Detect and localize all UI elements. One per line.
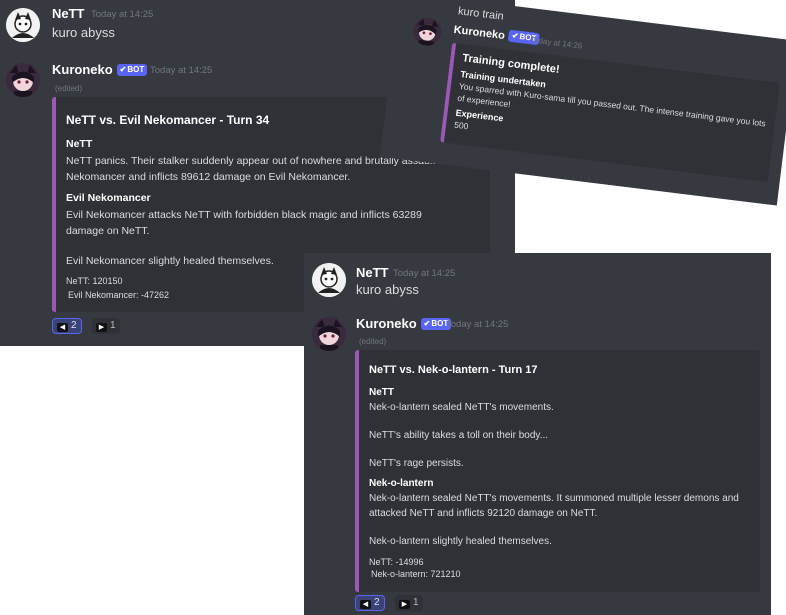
- reaction-count: 2: [71, 320, 77, 331]
- reaction-count: 1: [413, 597, 419, 608]
- reaction-count: 2: [374, 597, 380, 608]
- username-nett[interactable]: NeTT: [356, 265, 389, 280]
- timestamp: Today at 14:25: [393, 268, 456, 279]
- username-kuroneko-label: Kuroneko: [356, 316, 417, 331]
- kuroneko-avatar[interactable]: [6, 63, 40, 97]
- username-kuroneko-label: Kuroneko: [52, 62, 113, 77]
- nett-avatar[interactable]: [312, 263, 346, 297]
- username-kuroneko[interactable]: Kuroneko ✔BOT: [453, 23, 540, 46]
- check-icon: ✔: [511, 30, 520, 41]
- username-kuroneko[interactable]: Kuroneko ✔BOT: [356, 316, 452, 331]
- embed-field-value: Nek-o-lantern slightly healed themselves…: [369, 536, 552, 547]
- hp-opponent: Evil Nekomancer: -47262: [68, 290, 170, 300]
- username-kuroneko-label: Kuroneko: [453, 23, 506, 43]
- embed-field-value: Evil Nekomancer slightly healed themselv…: [66, 255, 274, 267]
- embed-field-value: Evil Nekomancer attacks NeTT with forbid…: [66, 209, 422, 221]
- edited-label: (edited): [55, 84, 83, 93]
- username-kuroneko[interactable]: Kuroneko ✔BOT: [52, 62, 148, 77]
- reaction-right[interactable]: ▶ 1: [92, 318, 120, 334]
- reaction-count: 1: [110, 320, 116, 331]
- left-arrow-emoji-icon: ◀: [57, 323, 68, 332]
- embed-field-value: Nek-o-lantern sealed NeTT's movements.: [369, 402, 554, 413]
- embed-field-value: 500: [453, 119, 469, 132]
- embed-field-value: NeTT's rage persists.: [369, 458, 464, 469]
- embed-field-name: Nek-o-lantern: [369, 478, 434, 489]
- hp-opponent: Nek-o-lantern: 721210: [371, 569, 461, 579]
- nett-avatar[interactable]: [6, 8, 40, 42]
- check-icon: ✔: [119, 65, 127, 74]
- reaction-right[interactable]: ▶ 1: [395, 595, 423, 611]
- edited-label: (edited): [359, 337, 387, 346]
- message-text: kuro abyss: [356, 282, 419, 297]
- embed-field-value: Nekomancer and inflicts 89612 damage on …: [66, 171, 351, 183]
- embed-field-value: NeTT's ability takes a toll on their bod…: [369, 430, 549, 441]
- reaction-left[interactable]: ◀ 2: [52, 318, 82, 334]
- right-arrow-emoji-icon: ▶: [399, 600, 410, 609]
- hp-nett: NeTT: 120150: [66, 276, 123, 286]
- bot-badge-label: BOT: [127, 65, 145, 74]
- check-icon: ✔: [423, 319, 431, 328]
- timestamp: Today at 14:25: [446, 319, 509, 330]
- embed-field-value: damage on NeTT.: [66, 225, 150, 237]
- embed-field-value: Nek-o-lantern sealed NeTT's movements. I…: [369, 493, 739, 504]
- chat-panel-b: NeTT Today at 14:25 kuro abyss Kuroneko ✔…: [304, 253, 771, 615]
- right-arrow-emoji-icon: ▶: [96, 323, 107, 332]
- kuroneko-avatar[interactable]: [411, 16, 443, 48]
- kuroneko-avatar[interactable]: [312, 317, 346, 351]
- training-embed: Training complete! Training undertaken Y…: [440, 42, 780, 183]
- embed-field-name: Evil Nekomancer: [66, 192, 151, 204]
- left-arrow-emoji-icon: ◀: [360, 600, 371, 609]
- embed-field-name: NeTT: [369, 387, 394, 398]
- username-nett[interactable]: NeTT: [52, 6, 85, 21]
- timestamp: Today at 14:26: [529, 35, 583, 51]
- embed-field-value: attacked NeTT and inflicts 92120 damage …: [369, 508, 598, 519]
- battle-embed: NeTT vs. Nek-o-lantern - Turn 17 NeTT Ne…: [355, 350, 760, 592]
- embed-title: NeTT vs. Evil Nekomancer - Turn 34: [66, 113, 270, 127]
- message-text: kuro train: [457, 5, 505, 23]
- timestamp: Today at 14:25: [150, 65, 213, 76]
- embed-title: NeTT vs. Nek-o-lantern - Turn 17: [369, 364, 538, 376]
- bot-badge: ✔BOT: [116, 64, 148, 76]
- embed-field-name: NeTT: [66, 138, 93, 150]
- timestamp: Today at 14:25: [91, 9, 154, 20]
- reaction-left[interactable]: ◀ 2: [355, 595, 385, 611]
- message-text: kuro abyss: [52, 25, 115, 40]
- hp-nett: NeTT: -14996: [369, 557, 424, 567]
